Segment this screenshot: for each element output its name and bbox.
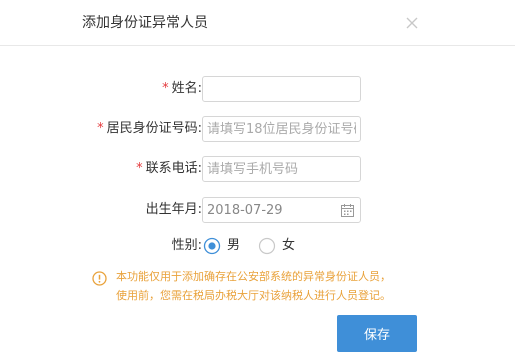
id-number-row: * 居民身份证号码:: [0, 116, 515, 142]
name-input[interactable]: [202, 76, 361, 102]
close-icon[interactable]: [402, 13, 422, 33]
id-number-label: * 居民身份证号码:: [97, 121, 202, 136]
required-mark: *: [97, 121, 104, 136]
birth-date-value: 2018-07-29: [207, 203, 283, 218]
id-number-input[interactable]: [202, 116, 361, 142]
birth-row: 出生年月: 2018-07-29: [0, 197, 515, 223]
gender-female-radio[interactable]: [257, 236, 277, 256]
dialog-title: 添加身份证异常人员: [82, 15, 208, 31]
dialog-header: 添加身份证异常人员: [0, 0, 515, 46]
gender-row: 性别: 男 女: [0, 233, 515, 259]
warning-icon: [92, 271, 107, 286]
name-row: * 姓名:: [0, 76, 515, 102]
required-mark: *: [162, 81, 169, 96]
notice-line-2: 使用前，您需在税局办税大厅对该纳税人进行人员登记。: [116, 289, 391, 302]
gender-male-radio[interactable]: [202, 236, 222, 256]
birth-date-picker[interactable]: 2018-07-29: [202, 197, 361, 223]
name-label: * 姓名:: [162, 81, 202, 96]
gender-male-label[interactable]: 男: [227, 237, 240, 255]
phone-row: * 联系电话:: [0, 156, 515, 182]
birth-label: 出生年月:: [145, 202, 202, 217]
phone-input[interactable]: [202, 156, 361, 182]
calendar-icon[interactable]: [341, 204, 354, 217]
add-abnormal-id-dialog: 添加身份证异常人员 *姓名: *居民身份证号码: *联系电话: 出生年月: 20…: [0, 0, 515, 360]
phone-label: * 联系电话:: [136, 161, 202, 176]
notice-line-1: 本功能仅用于添加确存在公安部系统的异常身份证人员，: [116, 270, 391, 283]
required-mark: *: [136, 161, 143, 176]
save-button[interactable]: 保存: [337, 315, 417, 352]
gender-label: 性别:: [171, 238, 202, 253]
gender-female-label[interactable]: 女: [282, 237, 295, 255]
